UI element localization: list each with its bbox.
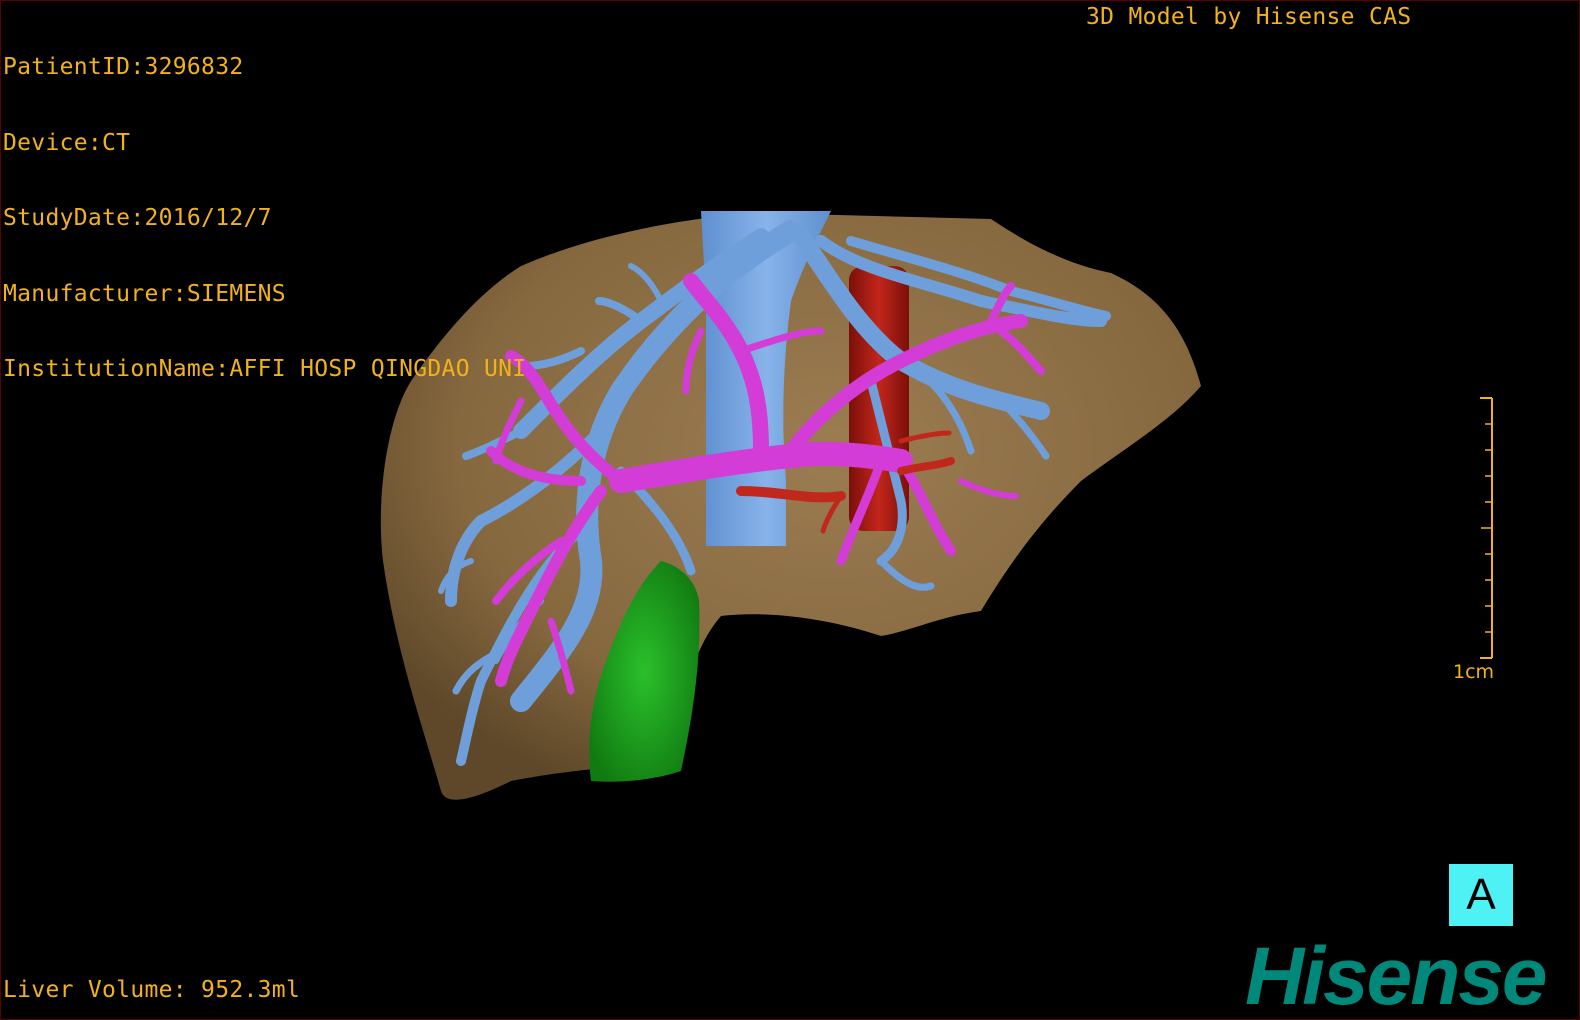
patient-id: PatientID:3296832 — [3, 54, 244, 80]
manufacturer: Manufacturer:SIEMENS — [3, 280, 286, 307]
device: Device:CT — [3, 129, 131, 156]
liver-volume: Liver Volume: 952.3ml — [3, 977, 301, 1003]
orientation-cube[interactable]: A — [1449, 864, 1513, 926]
3d-viewport[interactable]: PatientID:3296832 Device:CT StudyDate:20… — [0, 0, 1580, 1020]
hisense-logo: Hisense — [1245, 931, 1548, 1020]
study-date: StudyDate:2016/12/7 — [3, 205, 272, 231]
study-info: PatientID:3296832 Device:CT StudyDate:20… — [3, 5, 526, 433]
scale-label: 1cm — [1453, 661, 1495, 683]
model-credit: 3D Model by Hisense CAS — [1086, 4, 1412, 30]
scale-bar — [1480, 397, 1493, 659]
institution-name: InstitutionName:AFFI HOSP QINGDAO UNI — [3, 356, 527, 382]
